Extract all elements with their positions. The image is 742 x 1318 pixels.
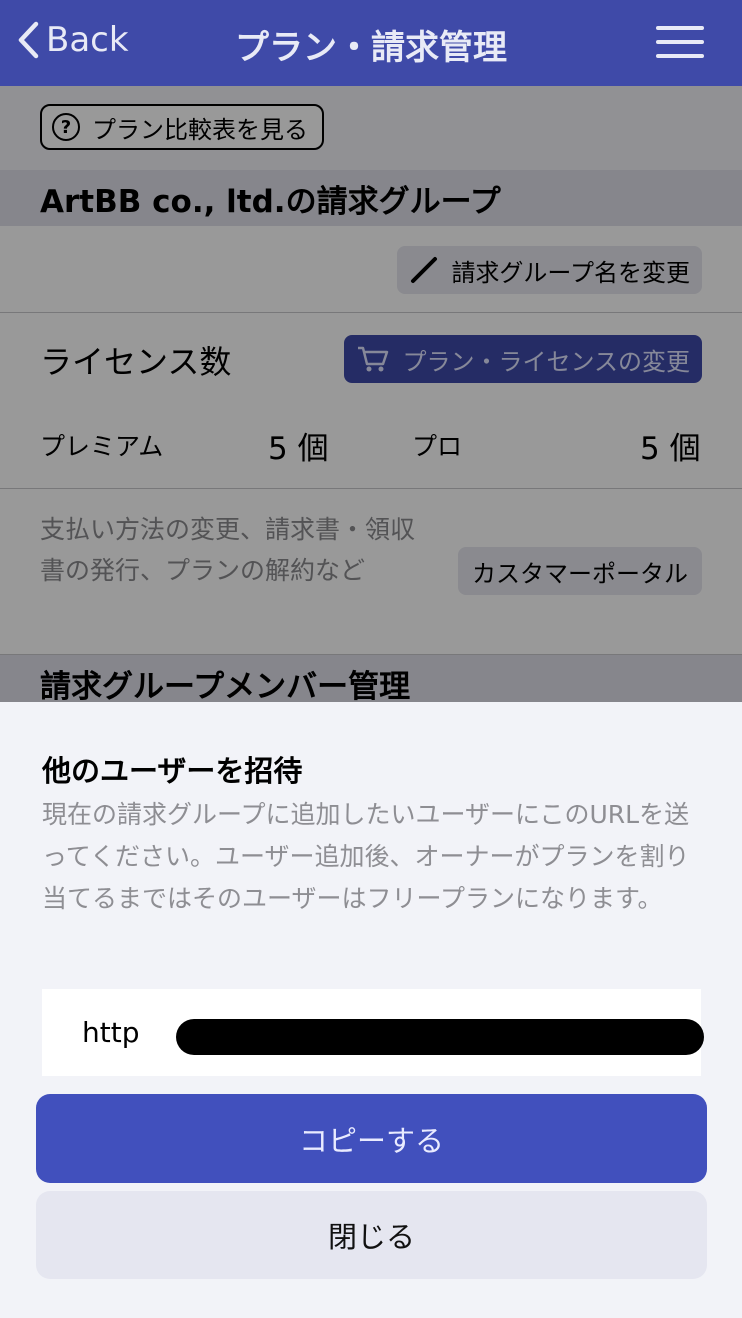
close-button[interactable]: 閉じる [36,1191,707,1279]
top-nav-bar: Back プラン・請求管理 [0,0,742,86]
hamburger-menu-icon[interactable] [656,26,704,58]
invite-description: 現在の請求グループに追加したいユーザーにこのURLを送ってください。ユーザー追加… [42,800,690,913]
invite-sheet: 他のユーザーを招待 現在の請求グループに追加したいユーザーにこのURLを送ってく… [0,702,742,1318]
modal-backdrop[interactable] [0,86,742,702]
invite-url-field[interactable]: http [42,989,704,1076]
invite-title: 他のユーザーを招待 [42,754,303,788]
invite-url-text: http [82,1016,140,1049]
redaction-bar [176,1019,704,1055]
copy-button[interactable]: コピーする [36,1094,707,1183]
page-title: プラン・請求管理 [235,28,507,68]
